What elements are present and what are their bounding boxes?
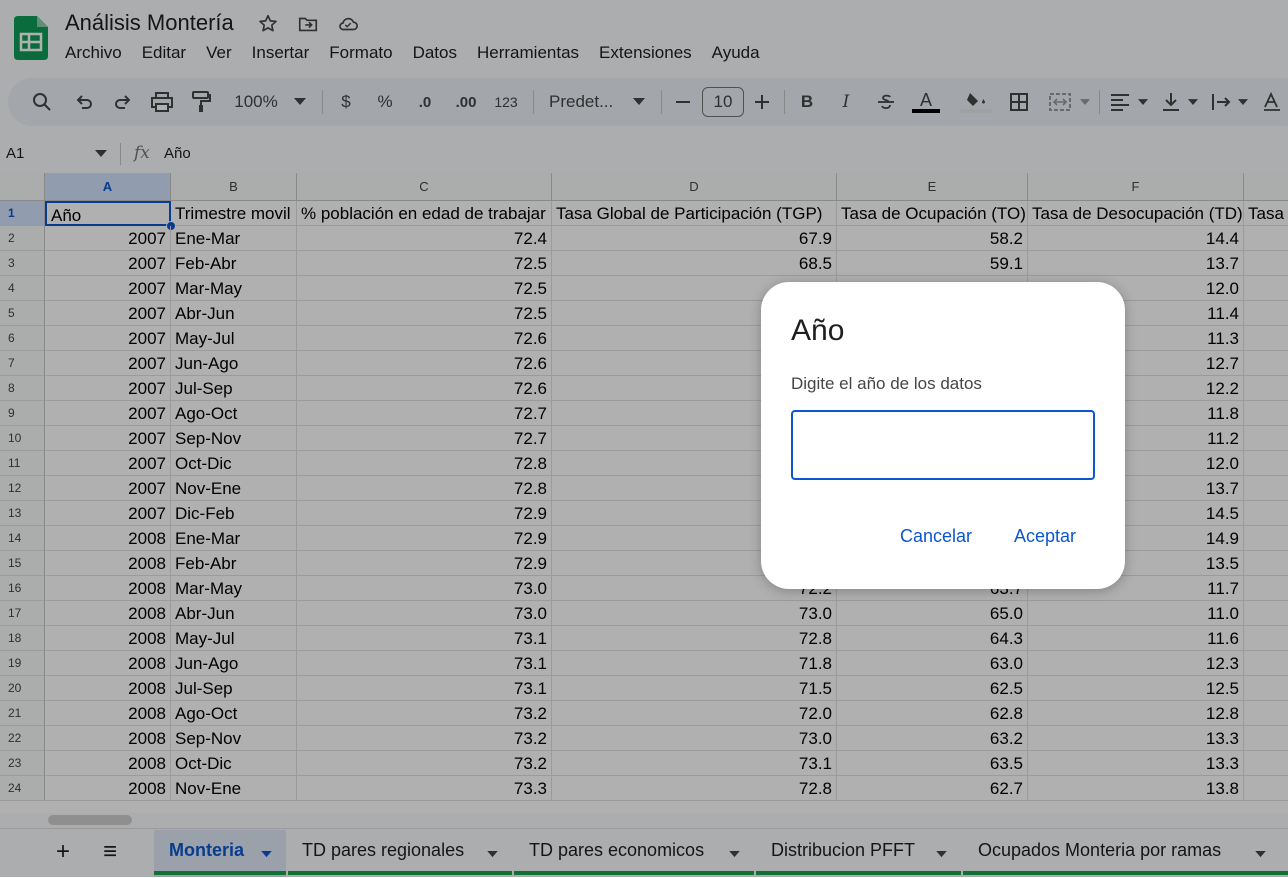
dialog-prompt: Digite el año de los datos [791, 374, 982, 393]
cancel-button[interactable]: Cancelar [896, 522, 976, 551]
accept-button[interactable]: Aceptar [1010, 522, 1080, 551]
prompt-dialog: Año Digite el año de los datos Cancelar … [761, 282, 1125, 589]
dialog-title: Año [791, 314, 845, 347]
year-input[interactable] [791, 410, 1095, 480]
